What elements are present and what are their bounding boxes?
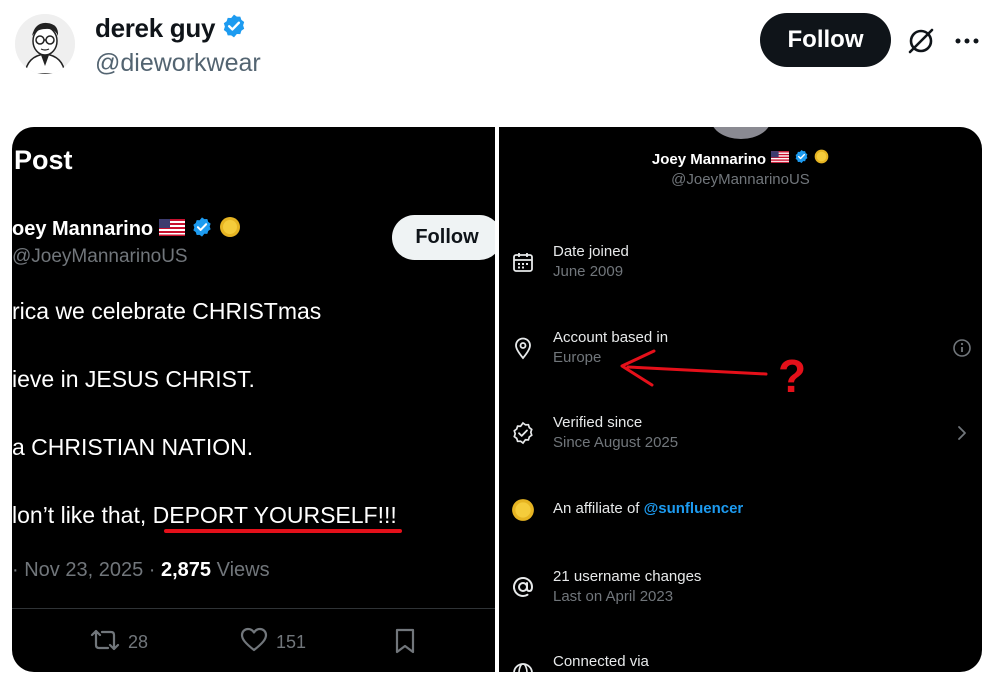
screenshot-meta: · Nov 23, 2025 · 2,875 Views bbox=[12, 559, 270, 582]
author-handle[interactable]: @dieworkwear bbox=[95, 49, 261, 78]
info-icon bbox=[951, 337, 973, 359]
retweet-count: 28 bbox=[128, 632, 149, 652]
screenshot-post-line: lon’t like that, DEPORT YOURSELF!!! bbox=[12, 502, 397, 529]
verified-badge-icon bbox=[191, 216, 213, 243]
avatar[interactable] bbox=[15, 14, 75, 74]
deport-text: DEPORT YOURSELF!!! bbox=[152, 502, 397, 528]
row-title: Date joined bbox=[553, 243, 629, 260]
row-subtitle: Since August 2025 bbox=[553, 434, 679, 451]
screenshot-post-line: ieve in JESUS CHRIST. bbox=[12, 366, 255, 392]
row-title: Connected via bbox=[553, 653, 649, 670]
us-flag-icon bbox=[771, 150, 790, 168]
right-screenshot: Joey Mannarino @JoeyMannarinoUS Date joi… bbox=[499, 127, 982, 672]
author-display-name[interactable]: derek guy bbox=[95, 13, 215, 44]
globe-icon bbox=[511, 661, 535, 672]
at-sign-icon bbox=[511, 575, 535, 599]
bookmark-icon bbox=[393, 627, 417, 660]
verified-badge-icon bbox=[794, 149, 809, 169]
heart-icon bbox=[240, 627, 268, 658]
screenshot-retweet: 28 bbox=[90, 627, 148, 658]
like-count: 151 bbox=[276, 632, 307, 652]
screenshot-name-row: Joey Mannarino bbox=[499, 149, 982, 169]
row-subtitle: Europe bbox=[553, 349, 602, 366]
red-arrow-annotation bbox=[620, 349, 768, 387]
screenshot-post-line: rica we celebrate CHRISTmas bbox=[12, 298, 322, 324]
row-title: 21 username changes bbox=[553, 568, 702, 585]
screenshot-post-line: a CHRISTIAN NATION. bbox=[12, 434, 254, 460]
verified-badge-icon[interactable] bbox=[221, 13, 247, 44]
screenshot-post-title: Post bbox=[14, 145, 73, 175]
post-media-image[interactable]: Post oey Mannarino @JoeyMannarinoUS Foll… bbox=[12, 127, 982, 672]
author-name-row[interactable]: derek guy bbox=[95, 13, 247, 44]
calendar-icon bbox=[511, 250, 535, 274]
follow-button[interactable]: Follow bbox=[760, 13, 891, 67]
row-title: An affiliate of @sunfluencer bbox=[553, 500, 743, 517]
screenshot-views-label: Views bbox=[211, 559, 270, 581]
gold-coin-icon bbox=[814, 149, 829, 169]
screenshot-date: · Nov 23, 2025 · bbox=[12, 559, 161, 581]
red-underline-annotation bbox=[164, 529, 402, 533]
verified-check-icon bbox=[511, 421, 535, 445]
screenshot-handle: @JoeyMannarinoUS bbox=[12, 246, 188, 267]
us-flag-icon bbox=[159, 218, 186, 241]
question-mark-annotation: ? bbox=[778, 350, 807, 402]
row-title: Account based in bbox=[553, 329, 669, 346]
affiliate-link: @sunfluencer bbox=[643, 500, 744, 517]
row-subtitle: Last on April 2023 bbox=[553, 588, 674, 605]
screenshot-like: 151 bbox=[240, 627, 306, 658]
divider bbox=[12, 608, 495, 609]
screenshot-views-count: 2,875 bbox=[160, 559, 212, 581]
screenshot-follow-button: Follow bbox=[392, 215, 495, 260]
screenshot-avatar bbox=[709, 127, 773, 141]
gold-coin-icon bbox=[219, 216, 241, 243]
screenshot-handle: @JoeyMannarinoUS bbox=[671, 171, 810, 188]
left-screenshot: Post oey Mannarino @JoeyMannarinoUS Foll… bbox=[12, 127, 495, 672]
affiliate-text: An affiliate of bbox=[553, 500, 644, 517]
screenshot-bookmark bbox=[393, 627, 417, 660]
gold-coin-icon bbox=[511, 498, 535, 522]
location-pin-icon bbox=[511, 336, 535, 360]
row-title: Verified since bbox=[553, 414, 643, 431]
more-icon[interactable] bbox=[952, 26, 982, 56]
grok-icon[interactable] bbox=[906, 26, 936, 56]
screenshot-display-name: Joey Mannarino bbox=[651, 150, 767, 168]
screenshot-name-row: oey Mannarino bbox=[12, 216, 241, 243]
screenshot-display-name: oey Mannarino bbox=[12, 218, 154, 240]
screenshot-post-line-start: lon’t like that, bbox=[12, 502, 153, 528]
row-subtitle: June 2009 bbox=[553, 263, 624, 280]
chevron-right-icon bbox=[951, 422, 973, 444]
retweet-icon bbox=[90, 627, 120, 658]
